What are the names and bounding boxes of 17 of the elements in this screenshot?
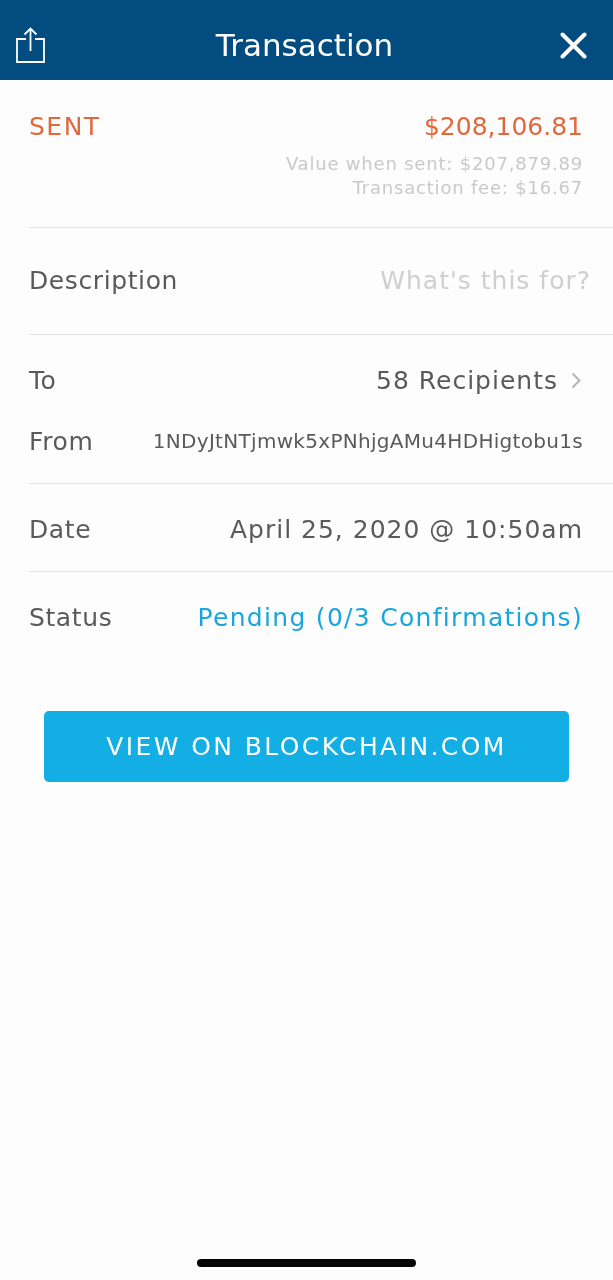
field-label: From [29, 426, 94, 456]
field-label: Status [29, 602, 113, 632]
field-label: Description [29, 266, 178, 295]
field-label: Date [29, 514, 92, 544]
amount-value: $208,106.81 [423, 111, 583, 141]
close-button[interactable] [560, 31, 587, 59]
share-icon [16, 27, 45, 63]
transaction-type: SENT [29, 111, 101, 141]
close-icon [560, 31, 587, 59]
recipients-link[interactable]: 58 Recipients [376, 365, 581, 395]
status-value: Pending (0/3 Confirmations) [197, 602, 583, 632]
window-title: Transaction [214, 26, 395, 64]
field-label: To [29, 365, 57, 395]
chevron-right-icon [571, 371, 581, 389]
share-button[interactable] [16, 27, 45, 63]
date-value: April 25, 2020 @ 10:50am [229, 514, 583, 544]
address-value: 1NDyJtNTjmwk5xPNhjgAMu4HDHigtobu1s [152, 429, 583, 453]
